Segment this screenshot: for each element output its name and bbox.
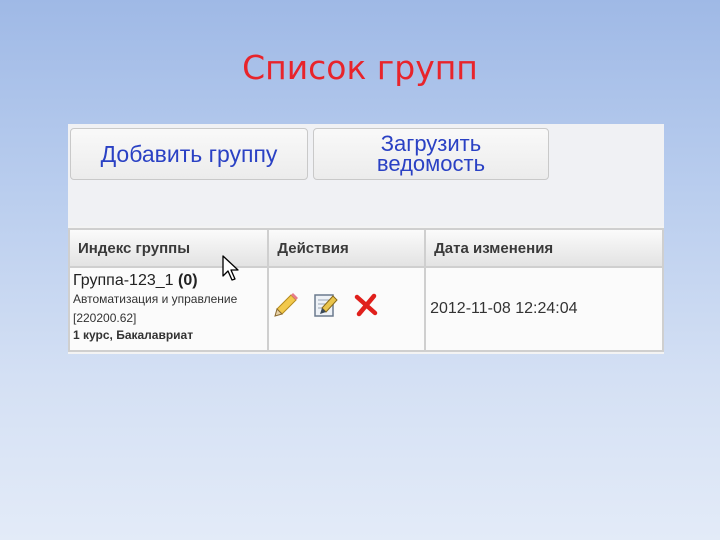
- group-code: [220200.62]: [73, 311, 137, 325]
- group-count: (0): [177, 272, 198, 289]
- groups-panel: Добавить группу Загрузить ведомость Инде…: [67, 124, 664, 354]
- column-header-modified[interactable]: Дата изменения: [424, 228, 664, 268]
- edit-icon[interactable]: [313, 292, 339, 318]
- actions-cell: [267, 266, 427, 352]
- toolbar: Добавить группу Загрузить ведомость: [68, 124, 664, 226]
- group-name[interactable]: Группа-123_1: [73, 272, 174, 289]
- table-header-row: Индекс группы Действия Дата изменения: [67, 228, 664, 268]
- upload-statement-button[interactable]: Загрузить ведомость: [313, 128, 549, 180]
- table-row: Группа-123_1 (0) Автоматизация и управле…: [67, 266, 664, 352]
- group-specialty: Автоматизация и управление: [73, 292, 238, 306]
- groups-table: Индекс группы Действия Дата изменения Гр…: [67, 228, 664, 352]
- upload-label-line2: ведомость: [376, 151, 486, 176]
- delete-icon[interactable]: [353, 292, 379, 318]
- group-course: 1 курс, Бакалавриат: [73, 328, 194, 342]
- pencil-icon[interactable]: [273, 292, 299, 318]
- actions-group: [269, 268, 424, 318]
- mouse-cursor-icon: [222, 255, 239, 281]
- column-header-actions: Действия: [267, 228, 427, 268]
- modified-date: 2012-11-08 12:24:04: [424, 266, 664, 352]
- add-group-button[interactable]: Добавить группу: [70, 128, 308, 180]
- slide-title: Список групп: [242, 48, 478, 87]
